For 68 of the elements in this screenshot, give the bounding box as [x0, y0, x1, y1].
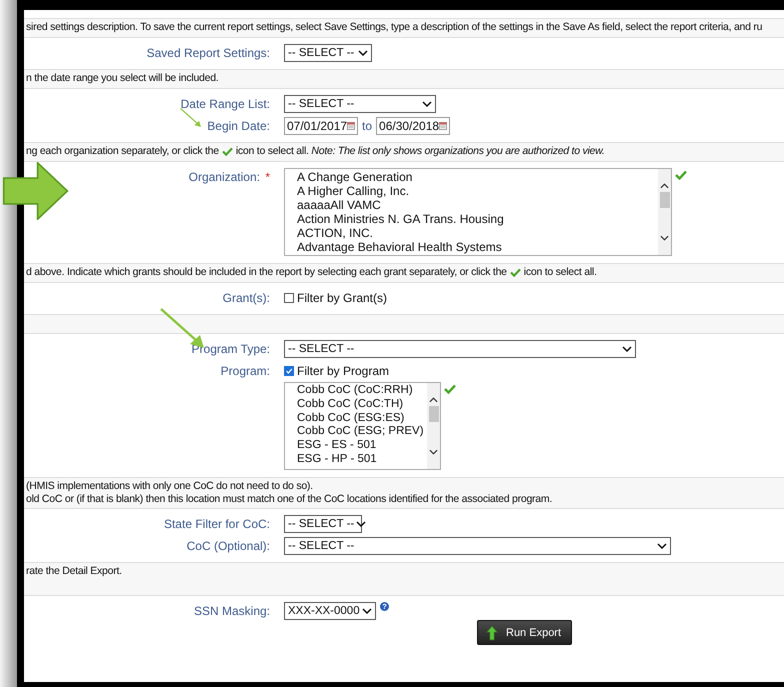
list-option[interactable]: Cobb CoC (CoC:RRH)	[297, 384, 427, 398]
caret-icon	[356, 521, 366, 527]
description-text: sired settings description. To save the current report settings, select Save Settings, type a description of the settings in the Save As field, select the report criteria, and ru	[26, 21, 762, 34]
list-option[interactable]: A Change Generation	[297, 170, 658, 184]
description-text: icon to select all. Note: The list only shows organizations you are authorized to view.	[236, 145, 605, 158]
list-option[interactable]: ACTION, INC.	[297, 226, 658, 240]
checkbox[interactable]	[284, 366, 294, 376]
run-export-button[interactable]: Run Export	[477, 620, 572, 645]
select-all-check-icon[interactable]	[444, 384, 456, 394]
list-option[interactable]: Cobb CoC (ESG:ES)	[297, 412, 427, 426]
select-dropdown[interactable]: -- SELECT --	[284, 537, 671, 555]
field-label: SSN Masking:	[194, 604, 270, 618]
description-text: ng each organization separately, or click the	[26, 145, 219, 158]
select-dropdown[interactable]: -- SELECT --	[284, 44, 372, 62]
scrollbar-thumb[interactable]	[660, 192, 670, 208]
caret-icon	[362, 608, 372, 614]
list-option[interactable]: ESG - HP - 501	[297, 452, 427, 467]
scroll-up-icon[interactable]	[660, 183, 669, 189]
date-field[interactable]: 06/30/2018	[376, 117, 450, 135]
scroll-down-icon[interactable]	[429, 449, 438, 455]
caret-icon	[358, 50, 368, 56]
required-asterisk: *	[265, 170, 270, 184]
select-dropdown[interactable]: -- SELECT --	[284, 340, 636, 358]
list-option[interactable]: ESG - ES - 501	[297, 439, 427, 453]
description-text: (HMIS implementations with only one CoC do not need to do so).	[26, 480, 313, 493]
select-dropdown[interactable]: -- SELECT --	[284, 95, 436, 113]
up-arrow-icon	[486, 624, 498, 640]
scroll-up-icon[interactable]	[429, 397, 438, 403]
scrollbar[interactable]	[427, 383, 440, 469]
calendar-icon[interactable]	[347, 121, 355, 131]
list-box[interactable]: A Change Generation A Higher Calling, Inc. aaaaaAll VAMC Action Ministries N. GA Trans. Housing ACTION, INC. Advantage Behavioral Health Systems	[284, 168, 672, 256]
field-label: Organization:	[188, 170, 260, 184]
calendar-icon[interactable]	[439, 121, 448, 131]
list-option[interactable]: Cobb CoC (CoC:TH)	[297, 398, 427, 412]
list-option[interactable]: A Higher Calling, Inc.	[297, 184, 658, 198]
field-label: Saved Report Settings:	[146, 46, 270, 60]
scrollbar-thumb[interactable]	[428, 406, 438, 422]
scroll-down-icon[interactable]	[660, 235, 669, 241]
checkmark-icon	[222, 147, 233, 156]
select-dropdown[interactable]: XXX-XX-0000	[284, 602, 376, 620]
caret-icon	[622, 346, 632, 352]
field-label: Begin Date:	[207, 119, 270, 133]
list-box[interactable]: Cobb CoC (CoC:RRH) Cobb CoC (CoC:TH) Cobb CoC (ESG:ES) Cobb CoC (ESG; PREV) ESG - ES - 501 ESG - HP - 501	[284, 382, 441, 470]
list-option[interactable]: Advantage Behavioral Health Systems	[297, 240, 658, 254]
checkmark-icon	[510, 268, 521, 277]
list-option[interactable]: Cobb CoC (ESG; PREV)	[297, 425, 427, 440]
list-option[interactable]: aaaaaAll VAMC	[297, 198, 658, 212]
field-label: Grant(s):	[222, 291, 270, 305]
checkbox-label[interactable]: Filter by Program	[297, 362, 390, 380]
checkbox[interactable]	[284, 293, 294, 303]
description-text: n the date range you select will be included.	[26, 72, 218, 85]
range-separator: to	[362, 119, 372, 133]
description-text: rate the Detail Export.	[26, 565, 122, 578]
scrollbar[interactable]	[658, 169, 671, 255]
description-text: d above. Indicate which grants should be included in the report by selecting each grant separately, or click the	[26, 266, 507, 279]
description-text: old CoC or (if that is blank) then this location must match one of the CoC locations identified for the associated program.	[26, 493, 552, 506]
field-label: State Filter for CoC:	[164, 517, 270, 531]
field-label: Date Range List:	[180, 97, 270, 111]
description-text: icon to select all.	[524, 266, 597, 279]
caret-icon	[657, 543, 667, 549]
select-all-check-icon[interactable]	[675, 170, 687, 180]
checkbox-label[interactable]: Filter by Grant(s)	[297, 289, 388, 307]
field-label: Program Type:	[192, 342, 270, 356]
date-field[interactable]: 07/01/2017	[284, 117, 358, 135]
list-option[interactable]: Action Ministries N. GA Trans. Housing	[297, 212, 658, 226]
field-label: Program:	[220, 364, 270, 378]
field-label: CoC (Optional):	[186, 539, 270, 553]
caret-icon	[422, 101, 432, 107]
